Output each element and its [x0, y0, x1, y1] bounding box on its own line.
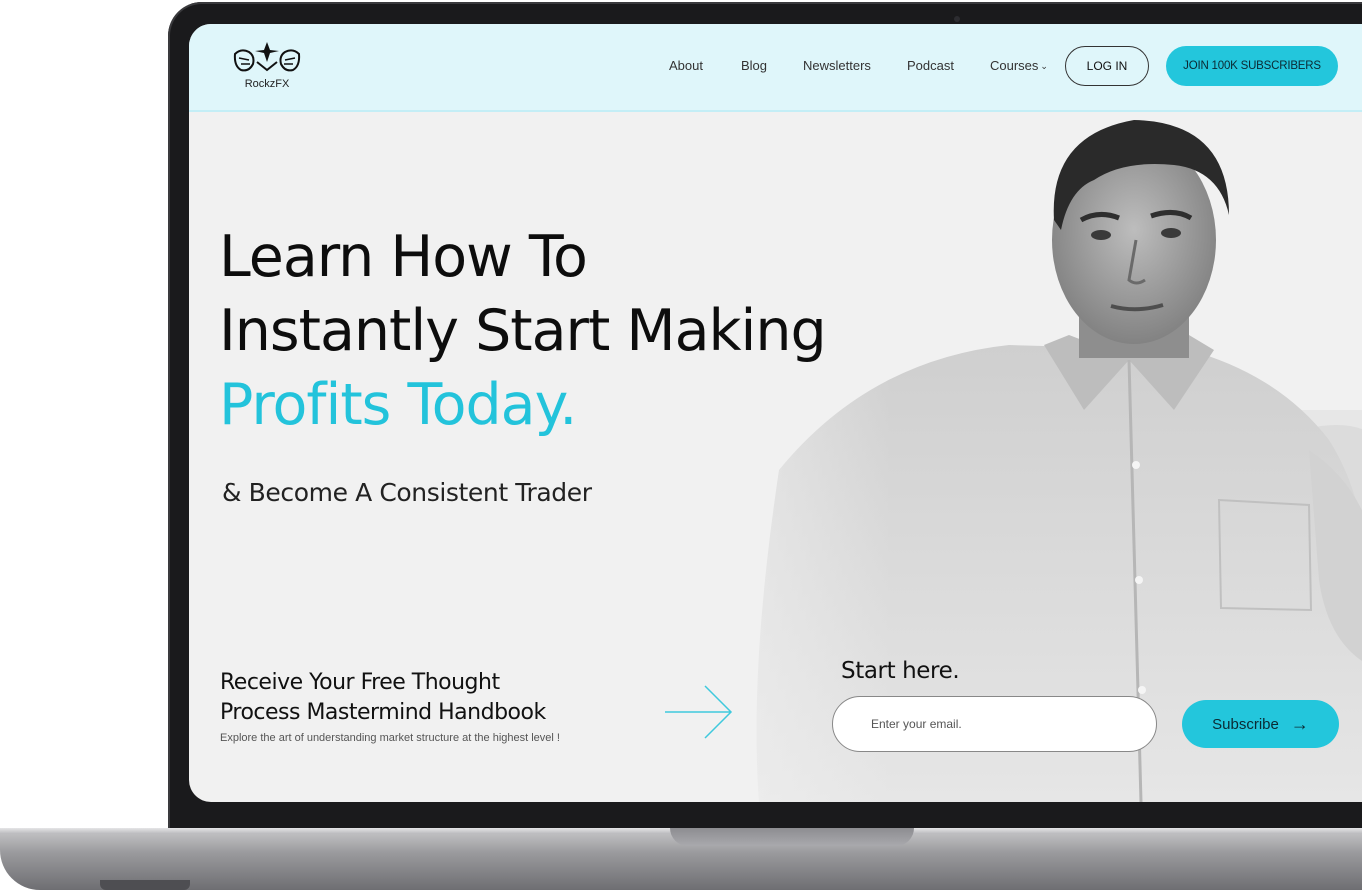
long-arrow-right-icon: [665, 685, 733, 739]
form-heading: Start here.: [841, 658, 960, 684]
hero-subline: & Become A Consistent Trader: [222, 478, 592, 507]
join-subscribers-button[interactable]: JOIN 100K SUBSCRIBERS: [1166, 46, 1338, 86]
nav-item-blog[interactable]: Blog: [741, 58, 767, 73]
laptop-base: [0, 828, 1362, 890]
arrow-right-icon: →: [1290, 714, 1309, 734]
laptop-opening-notch: [670, 828, 914, 846]
nav-item-podcast[interactable]: Podcast: [907, 58, 954, 73]
site-header: RockzFX About Blog Newsletters Podcast C…: [189, 24, 1362, 112]
offer-title-line-2: Process Mastermind Handbook: [220, 700, 546, 725]
login-button[interactable]: LOG IN: [1065, 46, 1149, 86]
hero-line-accent: Profits Today.: [219, 372, 577, 438]
camera-icon: [954, 16, 960, 22]
nav-item-courses-label: Courses: [990, 58, 1039, 73]
email-input[interactable]: [832, 696, 1157, 752]
chevron-down-icon: ⌄: [1040, 61, 1048, 71]
offer-title-line-1: Receive Your Free Thought: [220, 670, 500, 695]
nav-item-courses[interactable]: Courses ⌄: [990, 58, 1048, 73]
nav-item-about[interactable]: About: [669, 58, 703, 73]
laptop-mockup: RockzFX About Blog Newsletters Podcast C…: [0, 0, 1362, 890]
brand-name: RockzFX: [244, 78, 290, 90]
brand-logo[interactable]: RockzFX: [229, 40, 305, 94]
offer-description: Explore the art of understanding market …: [220, 732, 560, 744]
offer-title: Receive Your Free Thought Process Master…: [220, 668, 546, 728]
subscribe-button[interactable]: Subscribe →: [1182, 700, 1339, 748]
laptop-foot-left: [100, 880, 190, 890]
hero-line-1: Learn How To: [219, 224, 588, 290]
hero-headline: Learn How To Instantly Start Making Prof…: [219, 220, 827, 442]
website-screen: RockzFX About Blog Newsletters Podcast C…: [189, 24, 1362, 802]
subscribe-button-label: Subscribe: [1212, 715, 1279, 733]
nav-item-newsletters[interactable]: Newsletters: [803, 58, 871, 73]
hero-line-2: Instantly Start Making: [219, 298, 827, 364]
tiger-crest-icon: [233, 42, 301, 72]
